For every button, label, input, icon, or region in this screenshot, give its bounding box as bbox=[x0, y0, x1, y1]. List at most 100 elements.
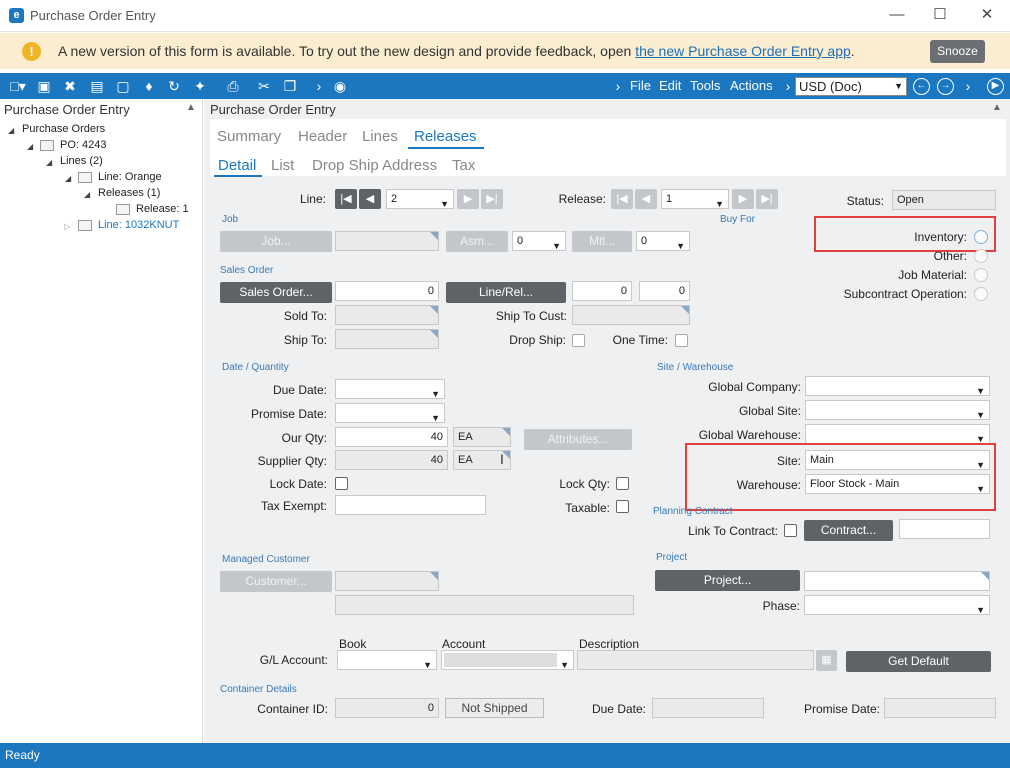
tab-releases[interactable]: Releases bbox=[414, 128, 477, 145]
tree-line-1032knut[interactable]: Line: 1032KNUT bbox=[98, 219, 179, 231]
nav-overflow-icon[interactable]: › bbox=[963, 77, 973, 95]
mtl-button[interactable]: Mtl... bbox=[572, 231, 632, 252]
close-icon[interactable]: ✕ bbox=[972, 4, 1002, 26]
tree-line-orange[interactable]: Line: Orange bbox=[98, 171, 162, 183]
new-icon[interactable]: □▾ bbox=[5, 77, 31, 95]
currency-overflow-icon[interactable]: › bbox=[783, 77, 793, 95]
next-line-button[interactable]: ▶ bbox=[457, 189, 479, 209]
job-field[interactable] bbox=[335, 231, 439, 251]
promise-date-field[interactable]: ▼ bbox=[335, 403, 445, 423]
calculator-icon[interactable]: ▦ bbox=[816, 650, 837, 671]
contract-button[interactable]: Contract... bbox=[804, 520, 893, 541]
expand-icon[interactable]: ◢ bbox=[84, 190, 90, 199]
inventory-radio[interactable] bbox=[974, 230, 988, 244]
tree-release-1[interactable]: Release: 1 bbox=[136, 203, 189, 215]
next-release-button[interactable]: ▶ bbox=[732, 189, 754, 209]
last-release-button[interactable]: ▶| bbox=[756, 189, 778, 209]
menu-actions[interactable]: Actions bbox=[730, 78, 773, 93]
print-preview-icon[interactable]: ♦ bbox=[139, 77, 159, 95]
copy-icon[interactable]: ❐ bbox=[280, 77, 300, 95]
asm-button[interactable]: Asm... bbox=[446, 231, 508, 252]
line-select[interactable]: 2 ▼ bbox=[386, 189, 454, 209]
job-button[interactable]: Job... bbox=[220, 231, 332, 252]
global-site-select[interactable]: ▼ bbox=[805, 400, 990, 420]
warehouse-select[interactable]: Floor Stock - Main ▼ bbox=[805, 474, 990, 494]
tree-lines[interactable]: Lines (2) bbox=[60, 155, 103, 167]
maximize-icon[interactable]: ☐ bbox=[925, 4, 955, 26]
global-warehouse-select[interactable]: ▼ bbox=[805, 424, 990, 444]
subcontract-radio[interactable] bbox=[974, 287, 988, 301]
save-icon[interactable]: ▣ bbox=[34, 77, 54, 95]
new-app-link[interactable]: the new Purchase Order Entry app bbox=[635, 43, 851, 59]
cut-icon[interactable]: ✂ bbox=[254, 77, 274, 95]
sales-order-field[interactable]: 0 bbox=[335, 281, 439, 301]
project-field[interactable] bbox=[804, 571, 990, 591]
book-select[interactable]: ▼ bbox=[337, 650, 437, 670]
refresh-icon[interactable]: ↻ bbox=[164, 77, 184, 95]
overflow-icon[interactable]: › bbox=[312, 77, 326, 95]
last-line-button[interactable]: ▶| bbox=[481, 189, 503, 209]
tab-header[interactable]: Header bbox=[298, 128, 347, 145]
menu-tools[interactable]: Tools bbox=[690, 78, 720, 93]
expand-icon[interactable]: ◢ bbox=[27, 142, 33, 151]
tab-detail[interactable]: Detail bbox=[218, 157, 256, 174]
clear-icon[interactable]: ✦ bbox=[190, 77, 210, 95]
expand-icon[interactable]: ◢ bbox=[65, 174, 71, 183]
container-id-field[interactable]: 0 bbox=[335, 698, 439, 718]
attachment-icon[interactable]: ▢ bbox=[113, 77, 133, 95]
attributes-button[interactable]: Attributes... bbox=[524, 429, 632, 450]
pin-icon[interactable]: ▲ bbox=[186, 102, 196, 113]
play-icon[interactable]: ▶ bbox=[987, 78, 1004, 95]
snooze-button[interactable]: Snooze bbox=[930, 40, 985, 63]
release-select[interactable]: 1 ▼ bbox=[661, 189, 729, 209]
collapse-icon[interactable]: ▷ bbox=[64, 222, 70, 231]
first-release-button[interactable]: |◀ bbox=[611, 189, 633, 209]
one-time-checkbox[interactable] bbox=[675, 334, 688, 347]
project-button[interactable]: Project... bbox=[655, 570, 800, 591]
tab-drop-ship-address[interactable]: Drop Ship Address bbox=[312, 157, 437, 174]
print-icon[interactable]: ⎙ bbox=[222, 77, 244, 95]
lock-qty-checkbox[interactable] bbox=[616, 477, 629, 490]
taxable-checkbox[interactable] bbox=[616, 500, 629, 513]
first-line-button[interactable]: |◀ bbox=[335, 189, 357, 209]
minimize-icon[interactable]: — bbox=[882, 4, 912, 26]
so-release-field[interactable]: 0 bbox=[639, 281, 690, 301]
lock-date-checkbox[interactable] bbox=[335, 477, 348, 490]
customer-field[interactable] bbox=[335, 571, 439, 591]
menu-edit[interactable]: Edit bbox=[659, 78, 681, 93]
job-material-radio[interactable] bbox=[974, 268, 988, 282]
menu-file[interactable]: File bbox=[630, 78, 651, 93]
our-qty-field[interactable]: 40 bbox=[335, 427, 448, 447]
prev-line-button[interactable]: ◀ bbox=[359, 189, 381, 209]
contract-field[interactable] bbox=[899, 519, 990, 539]
other-radio[interactable] bbox=[974, 249, 988, 263]
supplier-qty-field[interactable]: 40 bbox=[335, 450, 448, 470]
mtl-select[interactable]: 0 ▼ bbox=[636, 231, 690, 251]
tab-list[interactable]: List bbox=[271, 157, 294, 174]
binoculars-icon[interactable]: ◉ bbox=[330, 77, 350, 95]
delete-icon[interactable]: ✖ bbox=[60, 77, 80, 95]
tree-po[interactable]: PO: 4243 bbox=[60, 139, 106, 151]
tree-releases[interactable]: Releases (1) bbox=[98, 187, 160, 199]
phase-select[interactable]: ▼ bbox=[804, 595, 990, 615]
expand-icon[interactable]: ◢ bbox=[46, 158, 52, 167]
our-uom-field[interactable]: EA bbox=[453, 427, 511, 447]
site-select[interactable]: Main ▼ bbox=[805, 450, 990, 470]
so-line-field[interactable]: 0 bbox=[572, 281, 632, 301]
ship-to-cust-field[interactable] bbox=[572, 305, 690, 325]
back-icon[interactable]: ← bbox=[913, 78, 930, 95]
pin-icon[interactable]: ▲ bbox=[992, 102, 1002, 113]
expand-icon[interactable]: ◢ bbox=[8, 126, 14, 135]
sales-order-button[interactable]: Sales Order... bbox=[220, 282, 332, 303]
ship-to-field[interactable] bbox=[335, 329, 439, 349]
due-date-field[interactable]: ▼ bbox=[335, 379, 445, 399]
drop-ship-checkbox[interactable] bbox=[572, 334, 585, 347]
get-default-button[interactable]: Get Default bbox=[846, 651, 991, 672]
prev-release-button[interactable]: ◀ bbox=[635, 189, 657, 209]
account-select[interactable]: ▼ bbox=[441, 650, 574, 670]
customer-button[interactable]: Customer... bbox=[220, 571, 332, 592]
menu-overflow-icon[interactable]: › bbox=[613, 77, 623, 95]
tab-summary[interactable]: Summary bbox=[217, 128, 281, 145]
search-icon[interactable]: ▤ bbox=[86, 77, 108, 95]
sold-to-field[interactable] bbox=[335, 305, 439, 325]
